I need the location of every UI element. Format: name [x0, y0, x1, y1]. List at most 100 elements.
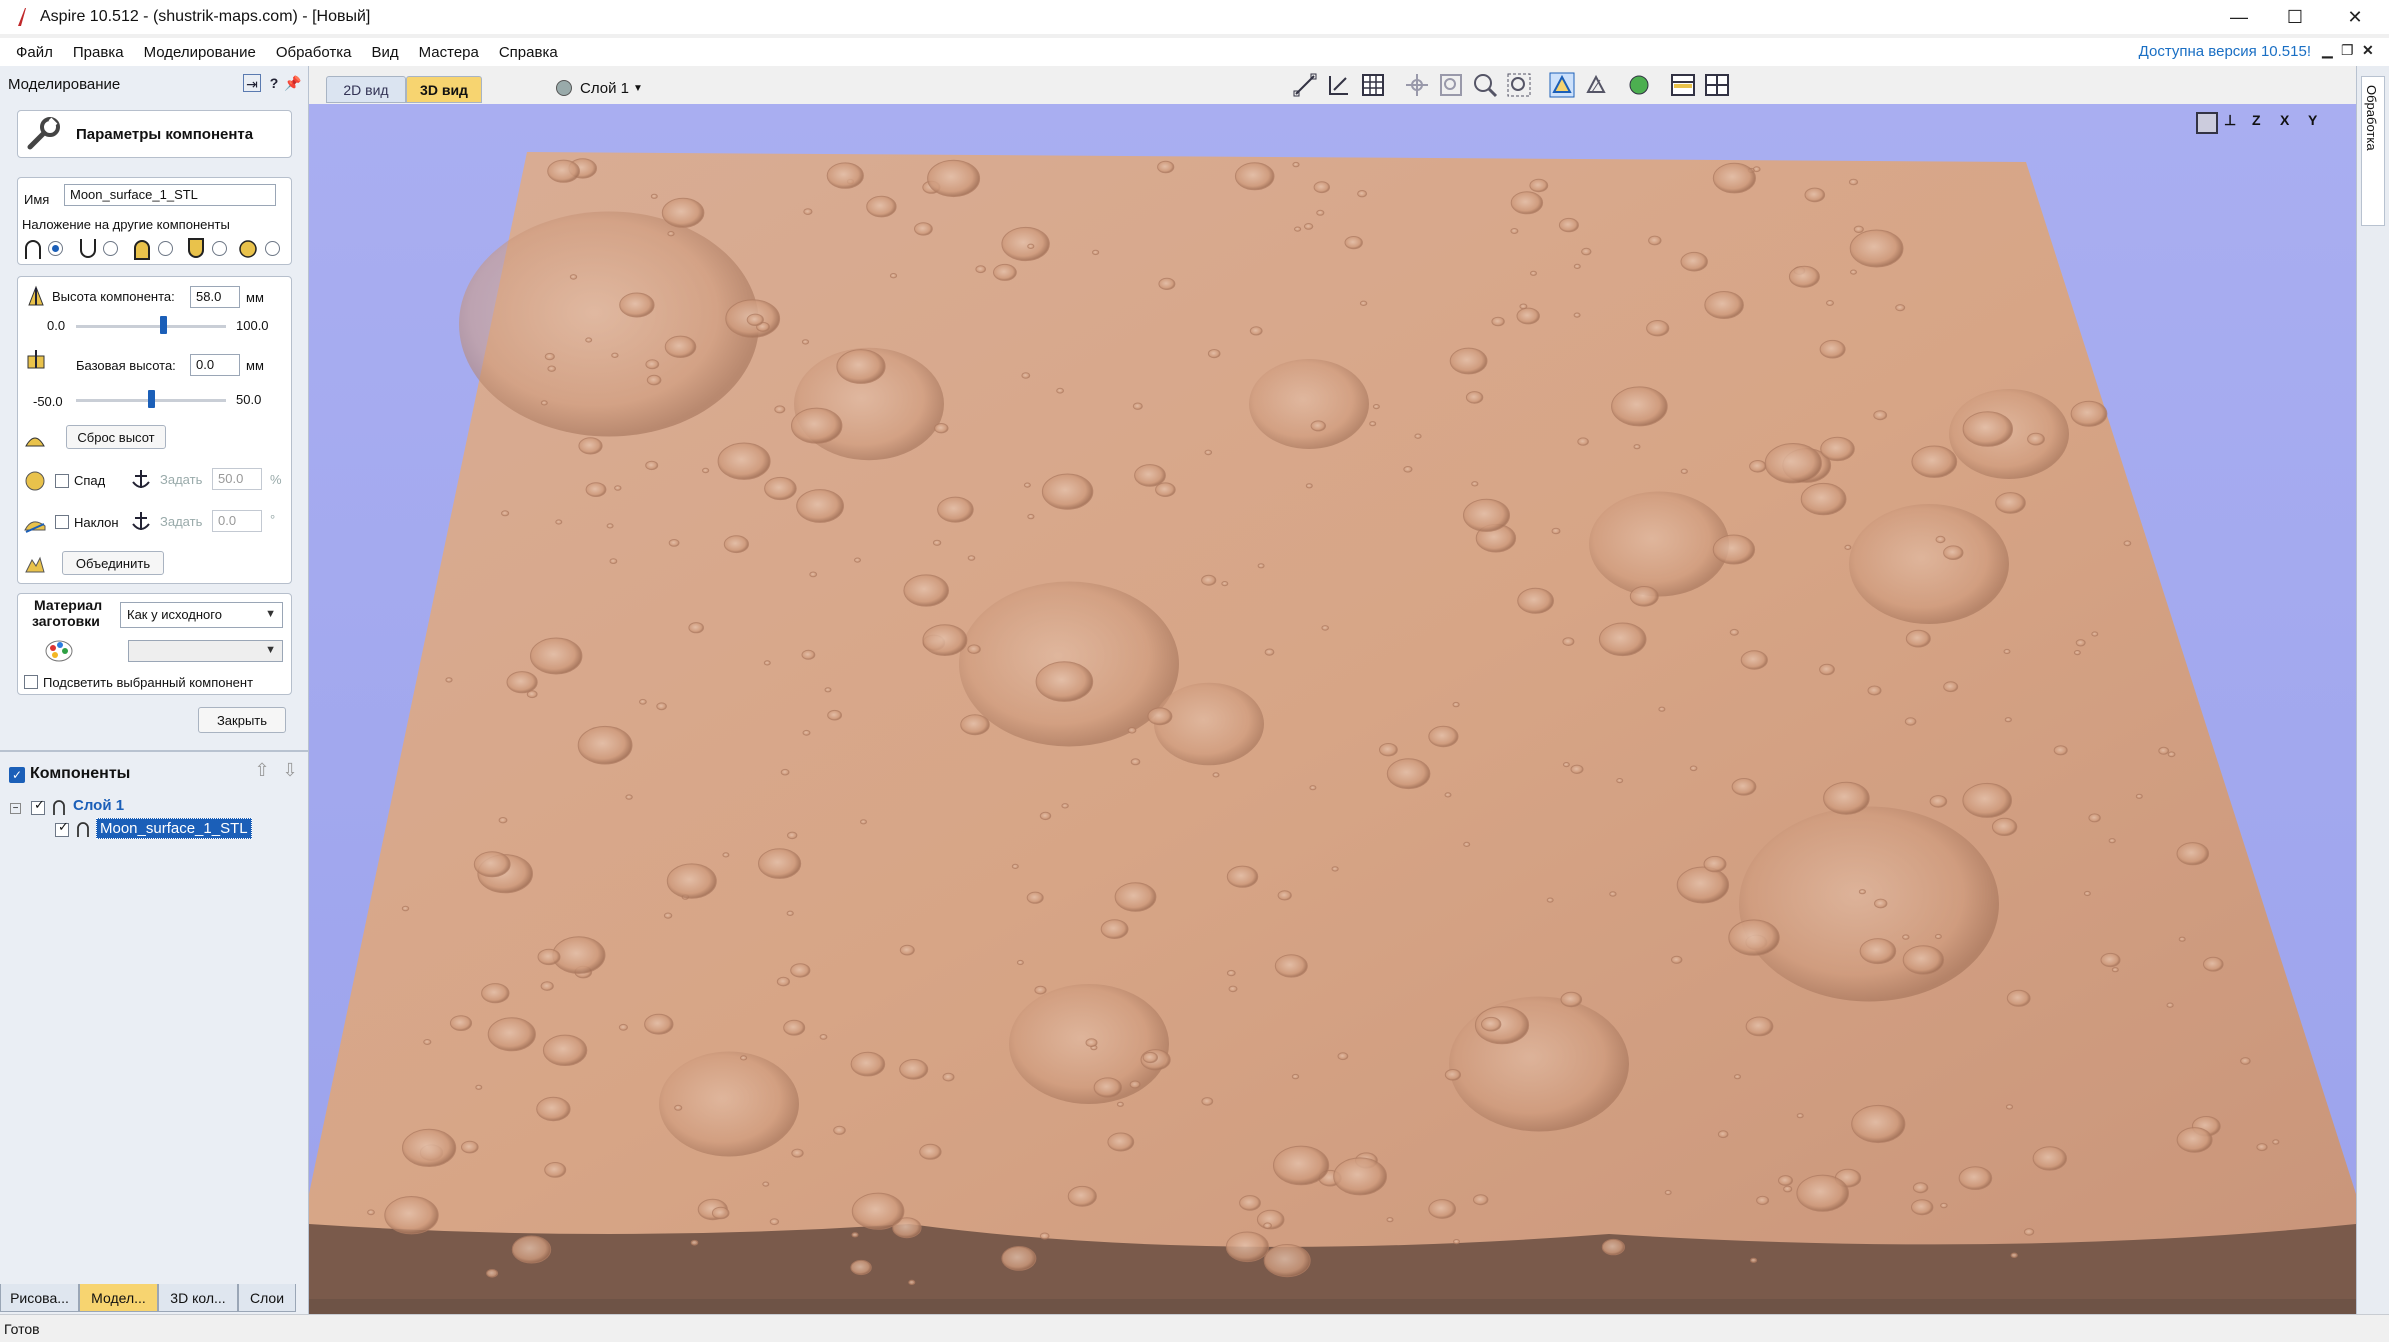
layer-icon: [53, 800, 65, 815]
mdi-restore-icon[interactable]: ❐: [2341, 42, 2354, 59]
snap-icon[interactable]: [1326, 72, 1352, 98]
component-item[interactable]: Moon_surface_1_STL: [96, 818, 252, 839]
crater: [542, 1034, 588, 1066]
subtract-mode-icon[interactable]: [78, 238, 98, 260]
help-icon[interactable]: ?: [265, 74, 283, 92]
menu-help[interactable]: Справка: [489, 44, 568, 61]
render-mode-icon[interactable]: [1549, 72, 1575, 98]
pan-icon[interactable]: [1404, 72, 1430, 98]
tab-drawing[interactable]: Рисова...: [0, 1284, 79, 1312]
close-panel-button[interactable]: Закрыть: [198, 707, 286, 733]
minimize-button[interactable]: —: [2210, 0, 2268, 34]
panel-tabs: Рисова... Модел... 3D кол... Слои: [0, 1284, 309, 1312]
add-mode-radio[interactable]: [48, 241, 63, 256]
toolpaths-tab[interactable]: Обработка: [2361, 76, 2385, 226]
crater: [650, 193, 658, 199]
update-available-link[interactable]: Доступна версия 10.515!: [2139, 43, 2311, 60]
draw-line-icon[interactable]: [1292, 72, 1318, 98]
crater: [1573, 263, 1581, 269]
menu-bar: Файл Правка Моделирование Обработка Вид …: [0, 38, 2389, 66]
tilt-checkbox[interactable]: [55, 515, 69, 529]
crater: [763, 660, 771, 666]
palette-icon[interactable]: [44, 638, 74, 664]
menu-toolpaths[interactable]: Обработка: [266, 44, 362, 61]
lowest-mode-radio[interactable]: [212, 241, 227, 256]
tab-2d-view[interactable]: 2D вид: [326, 76, 406, 103]
mdi-close-icon[interactable]: ✕: [2362, 42, 2374, 59]
crater: [1734, 1074, 1741, 1080]
highest-mode-radio[interactable]: [158, 241, 173, 256]
base-height-input[interactable]: 0.0: [190, 354, 240, 376]
components-check-icon[interactable]: ✓: [9, 767, 25, 783]
name-input[interactable]: Moon_surface_1_STL: [64, 184, 276, 206]
base-height-slider-thumb[interactable]: [148, 390, 155, 408]
subtract-mode-radio[interactable]: [103, 241, 118, 256]
zoom-box-icon[interactable]: [1438, 72, 1464, 98]
menu-file[interactable]: Файл: [6, 44, 63, 61]
menu-view[interactable]: Вид: [361, 44, 408, 61]
close-button[interactable]: ✕: [2326, 0, 2384, 34]
fade-anchor-icon[interactable]: [130, 468, 152, 490]
material-select[interactable]: Как у исходного ▼: [120, 602, 283, 628]
menu-wizards[interactable]: Мастера: [409, 44, 489, 61]
lowest-mode-icon[interactable]: [186, 238, 206, 260]
zoom-selection-icon[interactable]: [1506, 72, 1532, 98]
tilt-anchor-icon[interactable]: [130, 510, 152, 532]
tab-3d-view[interactable]: 3D вид: [406, 76, 482, 103]
crater: [1313, 181, 1330, 194]
tilt-input[interactable]: 0.0: [212, 510, 262, 532]
crater: [1403, 466, 1413, 473]
crater: [606, 523, 614, 529]
tab-modeling[interactable]: Модел...: [79, 1284, 158, 1312]
view-axis-icon[interactable]: ⊥: [2224, 112, 2246, 134]
menu-modeling[interactable]: Моделирование: [134, 44, 266, 61]
tree-collapse-icon[interactable]: −: [10, 803, 21, 814]
reset-heights-icon: [25, 437, 45, 447]
grid-icon[interactable]: [1360, 72, 1386, 98]
crater: [585, 337, 593, 343]
crater: [1061, 803, 1069, 809]
crater: [1962, 782, 2012, 818]
tab-3d-clipart[interactable]: 3D кол...: [158, 1284, 238, 1312]
multiply-mode-icon[interactable]: [238, 238, 258, 260]
material-preview-icon[interactable]: [1626, 72, 1652, 98]
crater: [511, 1235, 552, 1264]
maximize-button[interactable]: ☐: [2266, 0, 2324, 34]
layer-name[interactable]: Слой 1: [73, 797, 124, 814]
highest-mode-icon[interactable]: [132, 238, 152, 260]
fade-checkbox[interactable]: [55, 474, 69, 488]
tab-layers[interactable]: Слои: [238, 1284, 296, 1312]
layer-dropdown[interactable]: Слой 1 ▼: [556, 75, 643, 101]
crater: [2023, 1228, 2035, 1236]
menu-edit[interactable]: Правка: [63, 44, 134, 61]
split-view-icon[interactable]: [1704, 72, 1730, 98]
mdi-minimize-icon[interactable]: ▁: [2322, 42, 2333, 59]
view-y-icon[interactable]: Y: [2308, 112, 2330, 134]
merge-button[interactable]: Объединить: [62, 551, 164, 575]
highlight-checkbox[interactable]: [24, 675, 38, 689]
crater: [1372, 404, 1380, 410]
height-slider-track[interactable]: [76, 325, 226, 328]
layout-icon[interactable]: [1670, 72, 1696, 98]
height-slider-thumb[interactable]: [160, 316, 167, 334]
crater: [1021, 372, 1031, 379]
3d-viewport[interactable]: ⊥ Z X Y: [309, 104, 2356, 1314]
pin-icon[interactable]: 📌: [284, 74, 302, 92]
multiply-mode-radio[interactable]: [265, 241, 280, 256]
reset-heights-button[interactable]: Сброс высот: [66, 425, 166, 449]
zoom-fit-icon[interactable]: [1472, 72, 1498, 98]
material-color-select[interactable]: ▼: [128, 640, 283, 662]
move-down-icon[interactable]: ⇩: [279, 760, 301, 784]
material-label-2: заготовки: [32, 613, 100, 629]
large-crater: [1154, 682, 1264, 766]
iso-view-icon[interactable]: [2196, 112, 2218, 134]
crater: [1228, 985, 1238, 993]
view-x-icon[interactable]: X: [2280, 112, 2302, 134]
view-z-icon[interactable]: Z: [2252, 112, 2274, 134]
shading-icon[interactable]: [1583, 72, 1609, 98]
fade-input[interactable]: 50.0: [212, 468, 262, 490]
panel-dock-icon[interactable]: ⇥: [243, 74, 261, 92]
height-input[interactable]: 58.0: [190, 286, 240, 308]
move-up-icon[interactable]: ⇧: [251, 760, 273, 784]
add-mode-icon[interactable]: [23, 238, 43, 260]
